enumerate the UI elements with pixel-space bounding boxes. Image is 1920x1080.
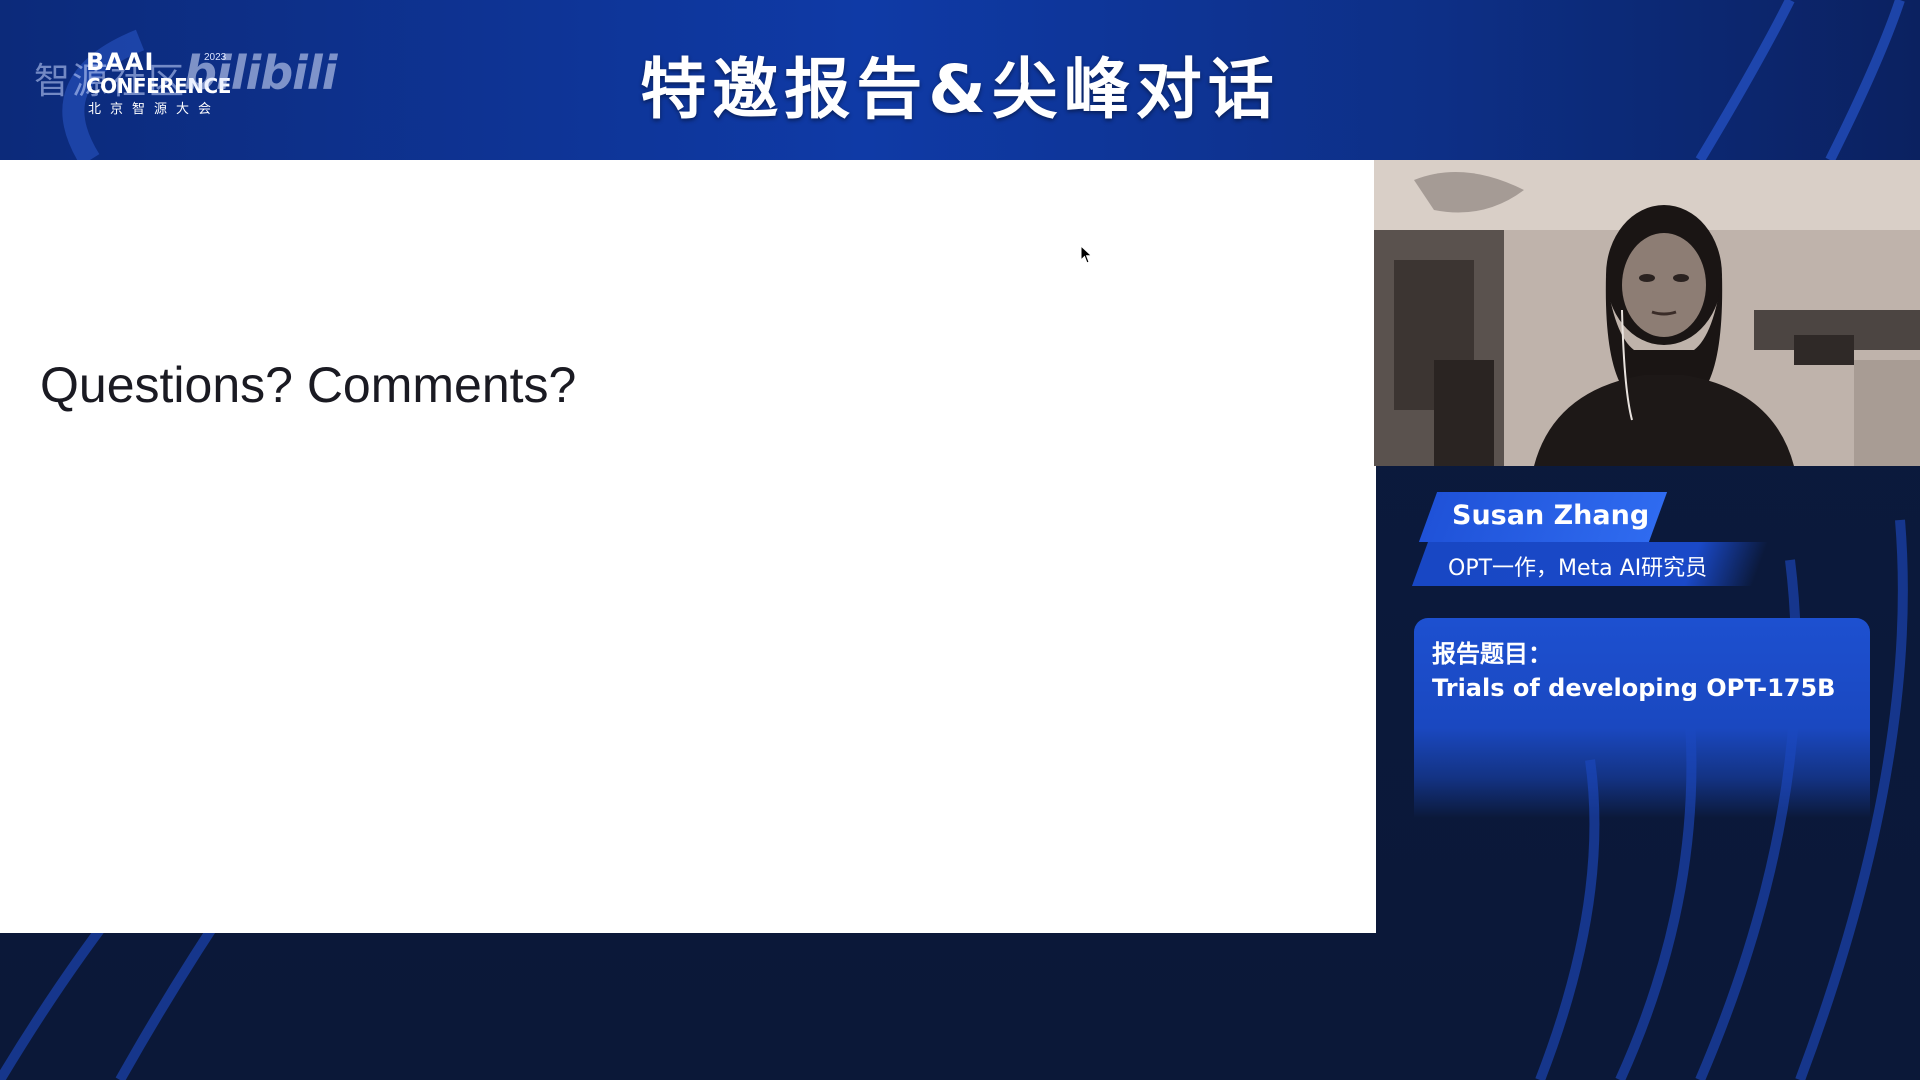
video-frame: 智源社区 BAAI CONFERENCE 2023 北京智源大会 bilibil… <box>0 0 1920 1080</box>
topic-label: 报告题目： <box>1432 640 1552 668</box>
presentation-slide: Questions? Comments? <box>0 160 1376 933</box>
session-title: 特邀报告&尖峰对话 <box>640 51 1280 128</box>
slide-heading: Questions? Comments? <box>40 357 577 413</box>
speaker-name: Susan Zhang <box>1452 500 1650 531</box>
header-banner: 智源社区 BAAI CONFERENCE 2023 北京智源大会 bilibil… <box>0 0 1920 160</box>
mouse-pointer-icon <box>1080 245 1093 264</box>
speaker-video-image <box>1374 160 1920 466</box>
speaker-video-feed <box>1374 160 1920 466</box>
topic-title: Trials of developing OPT-175B <box>1432 674 1836 702</box>
speaker-role: OPT一作，Meta AI研究员 <box>1448 556 1708 581</box>
